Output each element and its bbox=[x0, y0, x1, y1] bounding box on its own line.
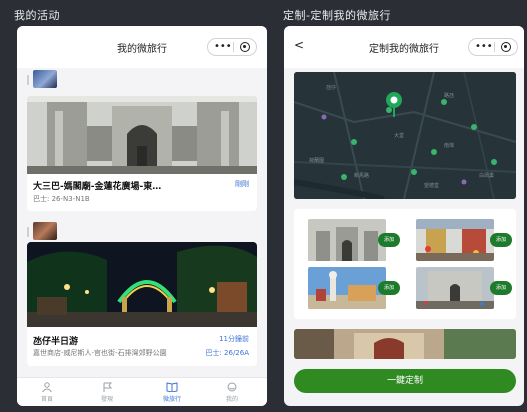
route-thumbnail bbox=[33, 70, 57, 88]
attraction-strip-image[interactable] bbox=[294, 329, 516, 359]
card-time: 11分鐘前 bbox=[219, 335, 249, 343]
add-attraction-button[interactable]: 添加 bbox=[490, 281, 512, 295]
left-phone-screen: 我的微旅行 ••• 大三巴-媽閣廟-金蓮花廣場-東… 剛剛 巴士: 26-N3-… bbox=[17, 26, 267, 406]
route-thumbnail bbox=[33, 222, 57, 240]
map-pin-icon[interactable] bbox=[384, 90, 404, 122]
more-icon[interactable]: ••• bbox=[475, 42, 493, 52]
night-street-photo bbox=[27, 242, 257, 327]
card-bus-info: 巴士: 26-N3-N1B bbox=[33, 195, 90, 203]
attraction-grid: 添加 添加 添加 添加 bbox=[294, 209, 516, 319]
tab-discover[interactable]: 發現 bbox=[87, 382, 127, 403]
st-paul-ruins-image bbox=[27, 96, 257, 174]
add-attraction-button[interactable]: 添加 bbox=[378, 281, 400, 295]
map-label: 新馬路 bbox=[354, 173, 370, 179]
add-attraction-button[interactable]: 添加 bbox=[490, 233, 512, 247]
home-icon bbox=[42, 382, 52, 392]
card-route: 嘉世商店-威尼斯人-官也街-石排灣郊野公園 bbox=[33, 349, 167, 357]
attraction-image[interactable] bbox=[308, 267, 386, 309]
map-label: 望德堂 bbox=[424, 183, 440, 189]
section-marker bbox=[27, 227, 29, 237]
right-phone-screen: < 定制我的微旅行 ••• 氹仔 路氹 大堂 南灣 新馬路 望德堂 荷蘭園 白鴿… bbox=[284, 26, 524, 406]
capsule-divider bbox=[494, 42, 495, 52]
mini-program-capsule[interactable]: ••• bbox=[207, 38, 257, 56]
mini-program-capsule[interactable]: ••• bbox=[468, 38, 518, 56]
card-time: 剛剛 bbox=[235, 180, 249, 188]
tab-label: 首頁 bbox=[40, 396, 53, 403]
left-panel-label: 我的活动 bbox=[14, 9, 60, 22]
attraction-image[interactable] bbox=[308, 219, 386, 261]
taipa-night-image bbox=[27, 242, 257, 327]
map-label: 大堂 bbox=[394, 133, 405, 139]
capsule-divider bbox=[233, 42, 234, 52]
card-bus-info: 巴士: 26/26A bbox=[205, 349, 249, 357]
nav-header: 我的微旅行 ••• bbox=[17, 26, 267, 68]
flag-icon bbox=[103, 382, 113, 392]
route-map[interactable]: 氹仔 路氹 大堂 南灣 新馬路 望德堂 荷蘭園 白鴿巢 bbox=[294, 72, 516, 199]
activity-card[interactable]: 大三巴-媽閣廟-金蓮花廣場-東… 剛剛 巴士: 26-N3-N1B bbox=[27, 96, 257, 211]
nav-header: < 定制我的微旅行 ••• bbox=[284, 26, 524, 68]
dark-map-image bbox=[294, 72, 516, 199]
close-record-icon[interactable] bbox=[240, 42, 250, 52]
activity-card[interactable]: 氹仔半日游 11分鐘前 嘉世商店-威尼斯人-官也街-石排灣郊野公園 巴士: 26… bbox=[27, 242, 257, 366]
close-record-icon[interactable] bbox=[501, 42, 511, 52]
card-title: 大三巴-媽閣廟-金蓮花廣場-東… bbox=[33, 182, 162, 192]
bottom-tab-bar: 首頁 發現 微旅行 我的 bbox=[17, 377, 267, 406]
map-label: 氹仔 bbox=[326, 85, 337, 91]
ruins-photo bbox=[27, 96, 257, 174]
map-label: 路氹 bbox=[444, 93, 455, 99]
add-attraction-button[interactable]: 添加 bbox=[378, 233, 400, 247]
map-label: 南灣 bbox=[444, 143, 455, 149]
tab-micro-travel[interactable]: 微旅行 bbox=[152, 382, 192, 403]
tab-mine[interactable]: 我的 bbox=[212, 382, 252, 403]
attraction-image[interactable] bbox=[416, 267, 494, 309]
tab-label: 發現 bbox=[100, 396, 113, 403]
one-click-customize-button[interactable]: 一鍵定制 bbox=[294, 369, 516, 393]
map-label: 白鴿巢 bbox=[479, 173, 495, 179]
map-label: 荷蘭園 bbox=[309, 158, 325, 164]
tab-label: 我的 bbox=[225, 396, 238, 403]
tab-home[interactable]: 首頁 bbox=[27, 382, 67, 403]
tab-label: 微旅行 bbox=[162, 396, 181, 403]
card-title: 氹仔半日游 bbox=[33, 337, 79, 347]
profile-icon bbox=[227, 382, 237, 392]
more-icon[interactable]: ••• bbox=[214, 42, 232, 52]
attraction-image[interactable] bbox=[416, 219, 494, 261]
right-panel-label: 定制-定制我的微旅行 bbox=[283, 9, 391, 22]
section-marker bbox=[27, 75, 29, 85]
book-icon bbox=[166, 382, 178, 392]
